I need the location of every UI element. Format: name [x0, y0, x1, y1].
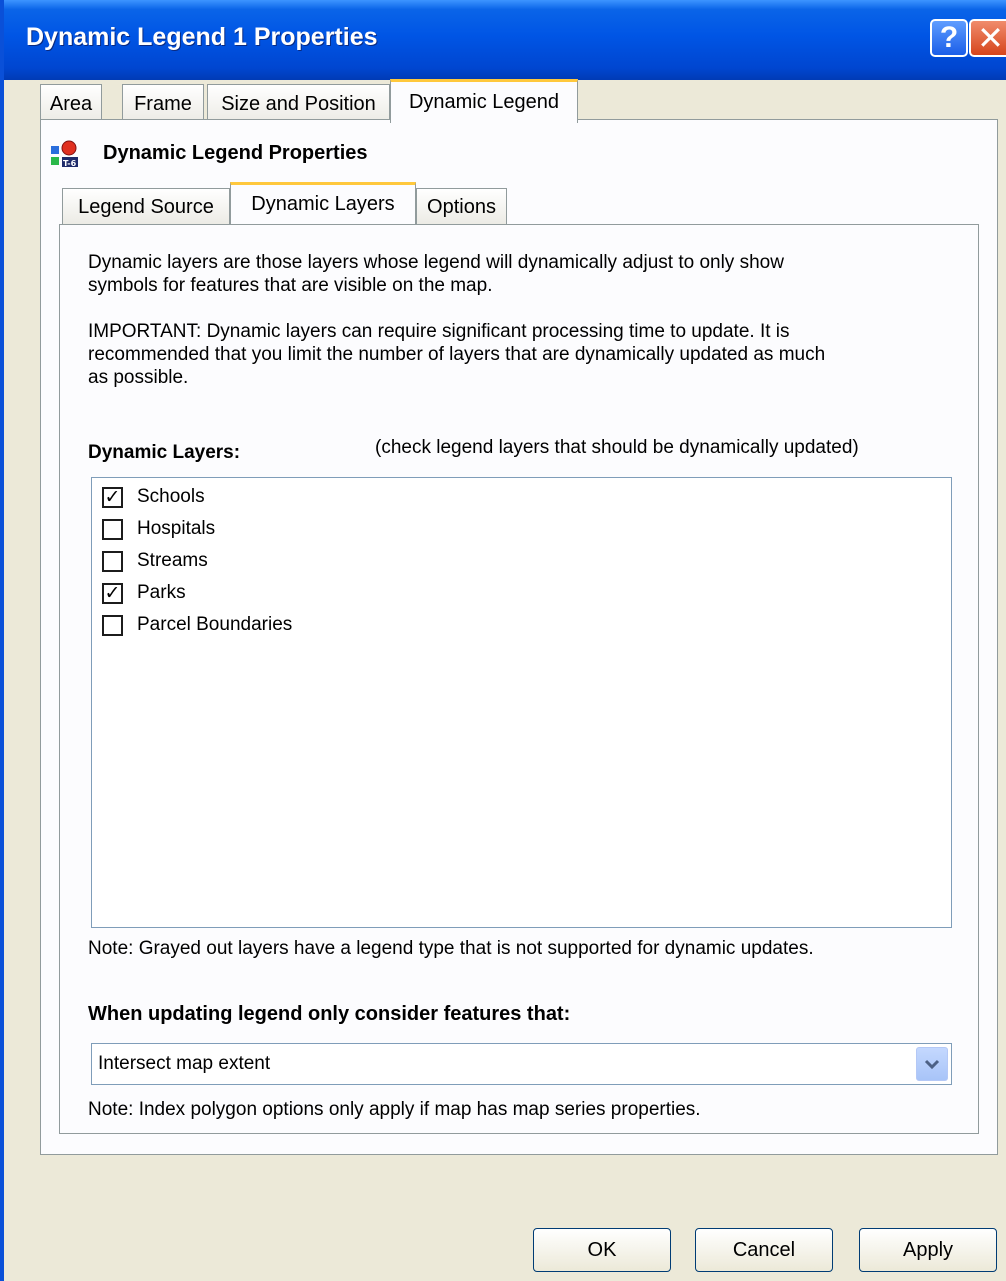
index-polygon-note: Note: Index polygon options only apply i…	[88, 1099, 701, 1120]
list-item-label: Schools	[137, 486, 205, 507]
properties-dialog: Dynamic Legend 1 Properties ? ✕ Area Fra…	[0, 0, 1006, 1281]
update-filter-select[interactable]: Intersect map extent	[91, 1043, 952, 1085]
list-item[interactable]: Hospitals	[102, 513, 215, 545]
tab-legend-source[interactable]: Legend Source	[62, 188, 230, 224]
tab-options[interactable]: Options	[416, 188, 507, 224]
checkbox-streams[interactable]	[102, 550, 123, 572]
dynamic-layers-hint: (check legend layers that should be dyna…	[375, 437, 859, 458]
chevron-down-icon	[924, 1059, 940, 1070]
important-line: as possible.	[88, 367, 189, 388]
title-bar[interactable]: Dynamic Legend 1 Properties ? ✕	[4, 0, 1006, 80]
list-item-label: Streams	[137, 550, 208, 571]
update-filter-value: Intersect map extent	[98, 1053, 271, 1074]
panel-title: Dynamic Legend Properties	[103, 142, 368, 164]
checkbox-parks[interactable]: ✓	[102, 582, 123, 604]
important-line: recommended that you limit the number of…	[88, 344, 826, 365]
apply-button[interactable]: Apply	[859, 1228, 997, 1272]
list-item[interactable]: Streams	[102, 545, 208, 577]
list-item-label: Hospitals	[137, 518, 216, 539]
window-title: Dynamic Legend 1 Properties	[26, 23, 378, 51]
checkbox-schools[interactable]: ✓	[102, 486, 123, 508]
dynamic-layers-list[interactable]: ✓ Schools Hospitals Streams ✓ Parks Parc…	[91, 477, 952, 928]
checkbox-hospitals[interactable]	[102, 518, 123, 540]
description-line: Dynamic layers are those layers whose le…	[88, 252, 784, 273]
tab-dynamic-layers[interactable]: Dynamic Layers	[230, 182, 416, 224]
important-line: IMPORTANT: Dynamic layers can require si…	[88, 321, 790, 342]
close-button[interactable]: ✕	[969, 19, 1006, 57]
list-item[interactable]: Parcel Boundaries	[102, 609, 292, 641]
cancel-button[interactable]: Cancel	[695, 1228, 833, 1272]
list-item-label: Parks	[137, 582, 186, 603]
dynamic-layers-label: Dynamic Layers:	[88, 442, 241, 463]
tab-frame[interactable]: Frame	[122, 84, 204, 122]
tab-dynamic-legend[interactable]: Dynamic Legend	[390, 79, 578, 123]
checkbox-parcel-boundaries[interactable]	[102, 614, 123, 636]
tab-size-and-position[interactable]: Size and Position	[207, 84, 390, 122]
help-button[interactable]: ?	[930, 19, 968, 57]
grayed-layers-note: Note: Grayed out layers have a legend ty…	[88, 938, 814, 959]
dropdown-button[interactable]	[916, 1047, 948, 1081]
legend-properties-icon: T-6	[51, 140, 78, 168]
list-item[interactable]: ✓ Schools	[102, 481, 205, 513]
svg-text:T-6: T-6	[63, 159, 77, 168]
tab-area[interactable]: Area	[40, 84, 102, 122]
ok-button[interactable]: OK	[533, 1228, 671, 1272]
update-filter-label: When updating legend only consider featu…	[88, 1003, 571, 1025]
list-item[interactable]: ✓ Parks	[102, 577, 186, 609]
description-line: symbols for features that are visible on…	[88, 275, 493, 296]
list-item-label: Parcel Boundaries	[137, 614, 293, 635]
